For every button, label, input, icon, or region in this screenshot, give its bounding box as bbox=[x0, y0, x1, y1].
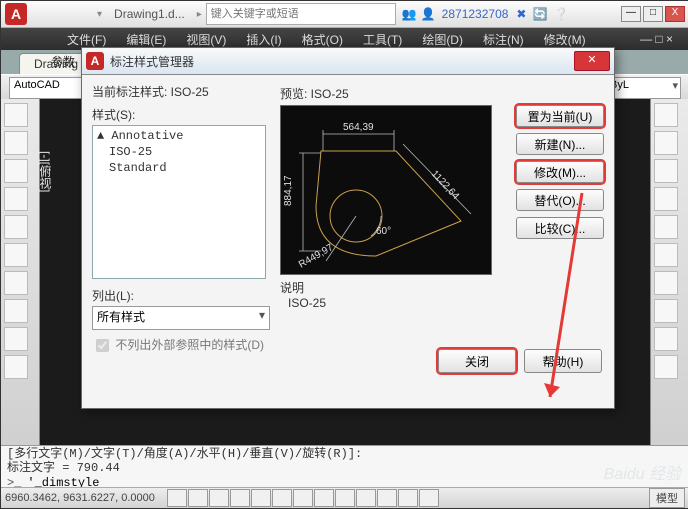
toggle-snap-icon[interactable] bbox=[167, 489, 187, 507]
tool-polyline-icon[interactable] bbox=[4, 131, 28, 155]
coords-readout: 6960.3462, 9631.6227, 0.0000 bbox=[5, 492, 155, 504]
preview-svg: 564,39 884,17 1122,64 R449,97 60° bbox=[281, 106, 491, 274]
search-input[interactable] bbox=[206, 3, 396, 25]
tool-mirror-icon[interactable] bbox=[654, 215, 678, 239]
help-icon[interactable]: ❔ bbox=[553, 7, 568, 21]
toggle-ortho-icon[interactable] bbox=[209, 489, 229, 507]
tool-fillet-icon[interactable] bbox=[654, 327, 678, 351]
status-toggles bbox=[167, 489, 439, 507]
preview-label: 预览: ISO-25 bbox=[280, 85, 349, 102]
override-button[interactable]: 替代(O)... bbox=[516, 189, 604, 211]
xref-checkbox[interactable] bbox=[96, 339, 109, 352]
modify-toolbar bbox=[650, 99, 688, 456]
signin-icon[interactable]: 👤 bbox=[421, 7, 436, 21]
dialog-close-x-button[interactable]: ✕ bbox=[574, 51, 610, 71]
recent-dropdown-icon[interactable]: ▸ bbox=[197, 9, 202, 20]
tool-text-icon[interactable] bbox=[4, 355, 28, 379]
close-app-button[interactable]: X bbox=[665, 6, 685, 22]
style-item-standard[interactable]: Standard bbox=[95, 160, 263, 176]
status-bar: 6960.3462, 9631.6227, 0.0000 模型 bbox=[1, 487, 688, 508]
set-current-button[interactable]: 置为当前(U) bbox=[516, 105, 604, 127]
dim-left: 884,17 bbox=[283, 175, 294, 206]
dialog-title: 标注样式管理器 bbox=[110, 53, 194, 70]
new-style-button[interactable]: 新建(N)... bbox=[516, 133, 604, 155]
qat-new-icon[interactable] bbox=[31, 6, 47, 22]
modify-style-button[interactable]: 修改(M)... bbox=[516, 161, 604, 183]
tool-rect-icon[interactable] bbox=[4, 215, 28, 239]
toggle-sc-icon[interactable] bbox=[377, 489, 397, 507]
styles-listbox[interactable]: ▲ Annotative ISO-25 Standard bbox=[92, 125, 266, 279]
desc-label: 说明 bbox=[280, 279, 492, 296]
tool-hatch-icon[interactable] bbox=[4, 299, 28, 323]
toggle-am-icon[interactable] bbox=[398, 489, 418, 507]
dim-angle: 60° bbox=[376, 226, 391, 237]
dimstyle-dialog: A 标注样式管理器 ✕ 当前标注样式: ISO-25 样式(S): ▲ Anno… bbox=[81, 47, 615, 409]
model-tab[interactable]: 模型 bbox=[649, 488, 685, 508]
dialog-titlebar[interactable]: A 标注样式管理器 ✕ bbox=[82, 48, 614, 75]
tool-move-icon[interactable] bbox=[654, 103, 678, 127]
tool-explode-icon[interactable] bbox=[654, 355, 678, 379]
toggle-grid-icon[interactable] bbox=[188, 489, 208, 507]
style-item-iso25[interactable]: ISO-25 bbox=[95, 144, 263, 160]
qat-dropdown-icon[interactable]: ▾ bbox=[97, 9, 102, 20]
tool-trim-icon[interactable] bbox=[654, 187, 678, 211]
command-history-2: 标注文字 = 790.44 bbox=[7, 461, 683, 475]
app-exchange-icon[interactable]: 🔄 bbox=[532, 7, 547, 21]
style-item-annotative[interactable]: ▲ Annotative bbox=[95, 128, 263, 144]
preview-box: 564,39 884,17 1122,64 R449,97 60° bbox=[280, 105, 492, 275]
dim-top: 564,39 bbox=[343, 122, 374, 133]
compare-button[interactable]: 比较(C)... bbox=[516, 217, 604, 239]
toggle-polar-icon[interactable] bbox=[230, 489, 250, 507]
param-label: 参数 bbox=[51, 53, 75, 70]
toggle-osnap-icon[interactable] bbox=[251, 489, 271, 507]
minimize-button[interactable]: — bbox=[621, 6, 641, 22]
tool-copy-icon[interactable] bbox=[654, 131, 678, 155]
maximize-button[interactable]: □ bbox=[643, 6, 663, 22]
color-combo[interactable]: ByL bbox=[605, 77, 681, 99]
qat-open-icon[interactable] bbox=[53, 6, 69, 22]
tool-circle-icon[interactable] bbox=[4, 159, 28, 183]
viewport-label[interactable]: [-][俯视] bbox=[37, 151, 54, 192]
toggle-ducs-icon[interactable] bbox=[293, 489, 313, 507]
app-logo-icon[interactable]: A bbox=[5, 3, 27, 25]
list-filter-combo[interactable]: 所有样式 bbox=[92, 306, 270, 330]
command-history-1: [多行文字(M)/文字(T)/角度(A)/水平(H)/垂直(V)/旋转(R)]: bbox=[7, 447, 683, 461]
tool-offset-icon[interactable] bbox=[654, 299, 678, 323]
toggle-an-icon[interactable] bbox=[419, 489, 439, 507]
tool-polygon-icon[interactable] bbox=[4, 243, 28, 267]
tool-scale-icon[interactable] bbox=[654, 243, 678, 267]
xchange-icon[interactable]: ✖ bbox=[516, 7, 526, 21]
tool-arc-icon[interactable] bbox=[4, 187, 28, 211]
tool-ellipse-icon[interactable] bbox=[4, 271, 28, 295]
title-bar: A ▾ Drawing1.d... ▸ 👥 👤 2871232708 ✖ 🔄 ❔… bbox=[1, 1, 688, 28]
toggle-dyn-icon[interactable] bbox=[314, 489, 334, 507]
close-button[interactable]: 关闭 bbox=[438, 349, 516, 373]
mdi-controls[interactable]: — □ × bbox=[634, 30, 679, 48]
username[interactable]: 2871232708 bbox=[442, 7, 509, 21]
dim-diag: 1122,64 bbox=[429, 169, 461, 203]
toggle-otrack-icon[interactable] bbox=[272, 489, 292, 507]
command-panel[interactable]: [多行文字(M)/文字(T)/角度(A)/水平(H)/垂直(V)/旋转(R)]:… bbox=[1, 445, 688, 488]
tool-array-icon[interactable] bbox=[654, 271, 678, 295]
desc-value: ISO-25 bbox=[288, 296, 492, 310]
qat-save-icon[interactable] bbox=[75, 6, 91, 22]
watermark: Baidu 经验 bbox=[604, 460, 681, 484]
xref-checkbox-label: 不列出外部参照中的样式(D) bbox=[115, 338, 264, 352]
draw-toolbar bbox=[1, 99, 40, 456]
tool-point-icon[interactable] bbox=[4, 327, 28, 351]
dialog-app-icon: A bbox=[86, 52, 104, 70]
tool-line-icon[interactable] bbox=[4, 103, 28, 127]
document-title: Drawing1.d... bbox=[114, 7, 185, 21]
infocenter-icon[interactable]: 👥 bbox=[402, 7, 417, 21]
tool-rotate-icon[interactable] bbox=[654, 159, 678, 183]
toggle-qp-icon[interactable] bbox=[356, 489, 376, 507]
help-button[interactable]: 帮助(H) bbox=[524, 349, 602, 373]
toggle-lwt-icon[interactable] bbox=[335, 489, 355, 507]
